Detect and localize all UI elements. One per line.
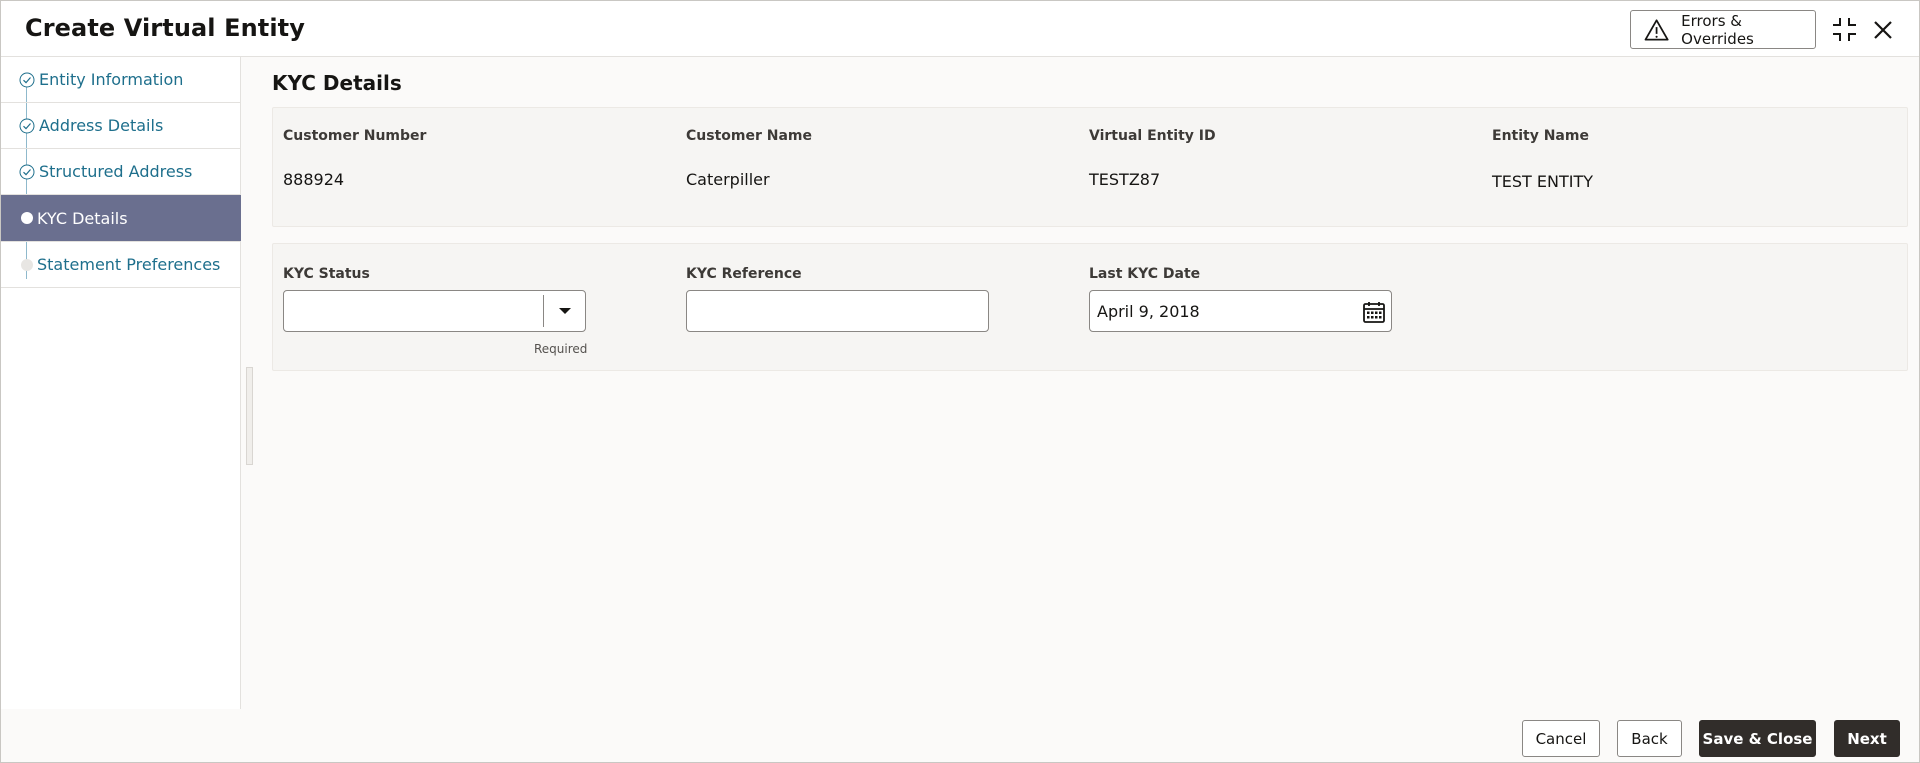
kyc-reference-label: KYC Reference [686, 266, 802, 282]
step-label: Entity Information [39, 70, 184, 89]
kyc-reference-input[interactable] [686, 290, 989, 332]
entity-name-field: Entity Name TEST ENTITY [1492, 128, 1593, 191]
close-icon[interactable] [1872, 19, 1894, 41]
kyc-status-select[interactable] [283, 290, 586, 332]
check-circle-icon [19, 72, 35, 87]
back-button[interactable]: Back [1617, 720, 1682, 757]
step-kyc-details[interactable]: KYC Details [1, 195, 241, 242]
errors-overrides-button[interactable]: Errors & Overrides [1630, 10, 1816, 49]
kyc-reference-label-wrap: KYC Reference [686, 266, 802, 282]
chevron-down-icon[interactable] [558, 306, 572, 316]
dialog-footer: Cancel Back Save & Close Next [1, 709, 1919, 763]
calendar-icon[interactable] [1362, 300, 1386, 324]
select-divider [543, 295, 544, 327]
field-value: TESTZ87 [1089, 170, 1161, 189]
dialog-header: Create Virtual Entity Errors & Overrides [1, 1, 1919, 57]
current-step-dot-icon [21, 212, 33, 224]
step-label: KYC Details [37, 208, 128, 228]
virtual-entity-id-field: Virtual Entity ID TESTZ87 [1089, 128, 1216, 189]
kyc-form-card: KYC Status Required KYC Reference Last K… [272, 243, 1908, 371]
step-entity-information[interactable]: Entity Information [1, 57, 241, 103]
last-kyc-date-label-wrap: Last KYC Date [1089, 266, 1200, 282]
field-value: 888924 [283, 170, 345, 189]
field-value: Caterpiller [686, 170, 770, 189]
step-label: Address Details [39, 116, 164, 135]
summary-card: Customer Number 888924 Customer Name Cat… [272, 107, 1908, 227]
next-button[interactable]: Next [1834, 720, 1900, 757]
field-label: Customer Number [283, 128, 427, 144]
wizard-step-nav: Entity Information Address Details Struc… [1, 57, 241, 709]
step-label: Statement Preferences [37, 255, 221, 274]
field-value: TEST ENTITY [1492, 172, 1594, 191]
dialog-title: Create Virtual Entity [25, 14, 305, 42]
create-virtual-entity-dialog: Create Virtual Entity Errors & Overrides… [0, 0, 1920, 763]
collapse-icon[interactable] [1832, 17, 1857, 42]
save-and-close-button[interactable]: Save & Close [1699, 720, 1816, 757]
section-title: KYC Details [272, 71, 402, 95]
pending-step-dot-icon [21, 258, 33, 271]
step-address-details[interactable]: Address Details [1, 103, 241, 149]
customer-number-field: Customer Number 888924 [283, 128, 426, 189]
required-helper-text: Required [534, 342, 588, 356]
kyc-status-label-wrap: KYC Status [283, 266, 370, 282]
last-kyc-date-label: Last KYC Date [1089, 266, 1201, 282]
last-kyc-date-input[interactable]: April 9, 2018 [1089, 290, 1392, 332]
step-structured-address[interactable]: Structured Address [1, 149, 241, 195]
check-circle-icon [19, 164, 35, 179]
step-statement-preferences[interactable]: Statement Preferences [1, 242, 241, 288]
warning-icon [1644, 18, 1669, 41]
field-label: Customer Name [686, 128, 812, 144]
field-label: Entity Name [1492, 128, 1589, 144]
cancel-button[interactable]: Cancel [1522, 720, 1600, 757]
errors-overrides-label: Errors & Overrides [1681, 11, 1754, 48]
main-content: KYC Details Customer Number 888924 Custo… [242, 57, 1919, 709]
step-label: Structured Address [39, 162, 193, 181]
kyc-status-label: KYC Status [283, 266, 370, 282]
customer-name-field: Customer Name Caterpiller [686, 128, 812, 189]
last-kyc-date-value: April 9, 2018 [1097, 302, 1200, 321]
check-circle-icon [19, 118, 35, 133]
field-label: Virtual Entity ID [1089, 128, 1216, 144]
